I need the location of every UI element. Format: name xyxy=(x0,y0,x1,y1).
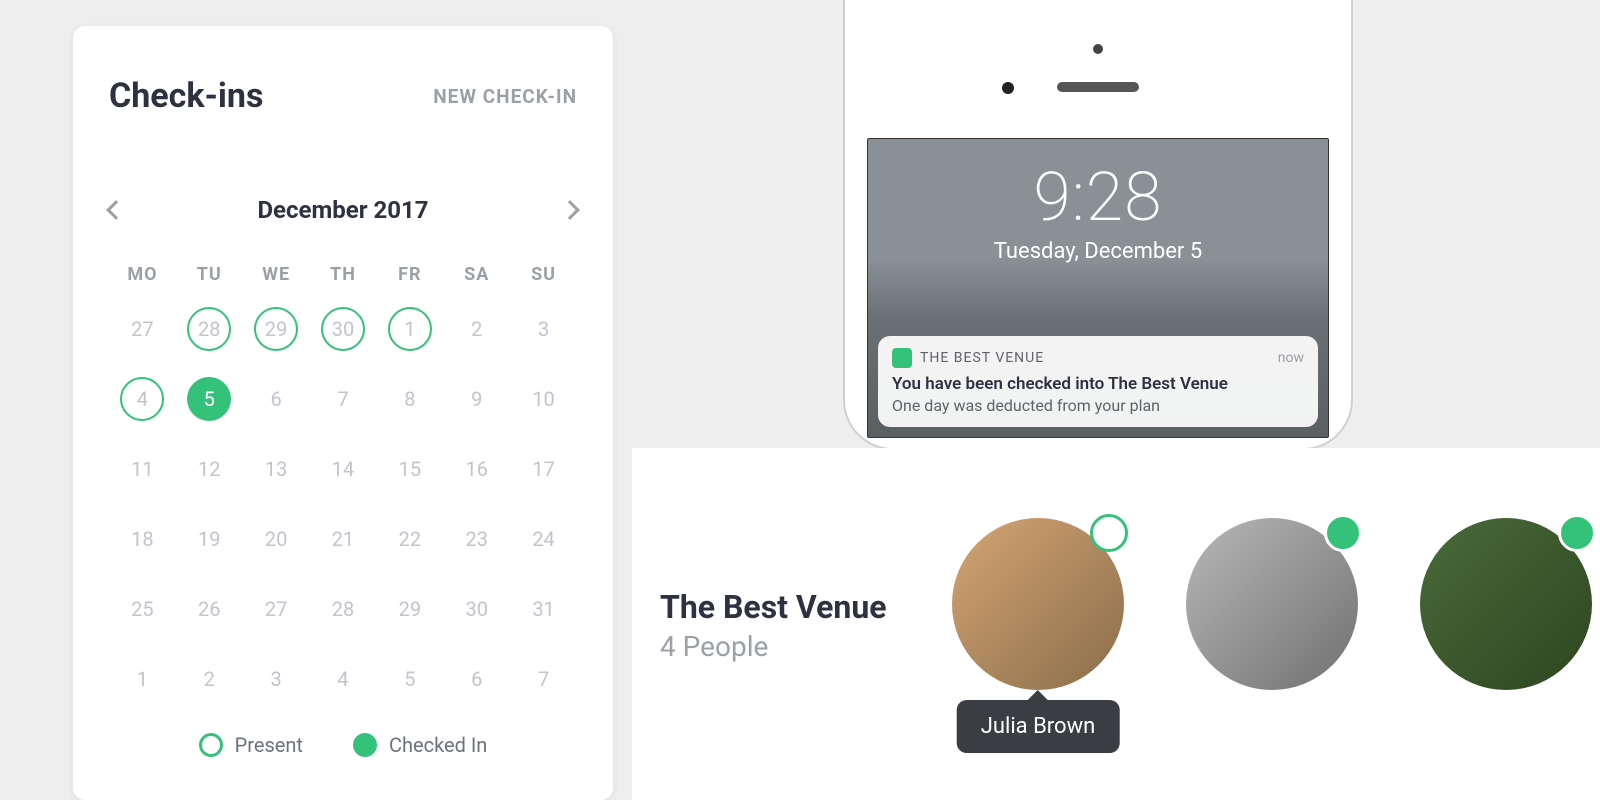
calendar-day[interactable]: 15 xyxy=(376,445,443,493)
calendar-day[interactable]: 11 xyxy=(109,445,176,493)
legend: Present Checked In xyxy=(109,733,577,757)
calendar-day[interactable]: 29 xyxy=(243,305,310,353)
weekday-label: TH xyxy=(310,264,377,285)
calendar-day[interactable]: 28 xyxy=(310,585,377,633)
calendar-day[interactable]: 1 xyxy=(376,305,443,353)
lock-time: 9:28 xyxy=(868,157,1328,237)
new-checkin-button[interactable]: NEW CHECK-IN xyxy=(433,85,577,108)
calendar-day[interactable]: 7 xyxy=(510,655,577,703)
calendar-day[interactable]: 1 xyxy=(109,655,176,703)
calendar-day[interactable]: 31 xyxy=(510,585,577,633)
calendar-grid: 2728293012345678910111213141516171819202… xyxy=(109,305,577,703)
calendar-day[interactable]: 9 xyxy=(443,375,510,423)
person[interactable] xyxy=(1186,518,1358,690)
calendar-day[interactable]: 16 xyxy=(443,445,510,493)
calendar-day[interactable]: 6 xyxy=(443,655,510,703)
calendar-day[interactable]: 18 xyxy=(109,515,176,563)
next-month-icon[interactable] xyxy=(560,200,580,220)
notification-title: You have been checked into The Best Venu… xyxy=(892,374,1304,394)
legend-present: Present xyxy=(199,733,303,757)
calendar-day[interactable]: 25 xyxy=(109,585,176,633)
calendar-day[interactable]: 29 xyxy=(376,585,443,633)
calendar-day[interactable]: 8 xyxy=(376,375,443,423)
weekday-header: MOTUWETHFRSASU xyxy=(109,264,577,285)
phone-screen: 9:28 Tuesday, December 5 THE BEST VENUE … xyxy=(867,138,1329,438)
venue-subtitle: 4 People xyxy=(660,630,768,663)
venue-panel: The Best Venue 4 People Julia Brown xyxy=(632,448,1600,800)
present-dot-icon xyxy=(199,733,223,757)
calendar-day[interactable]: 28 xyxy=(176,305,243,353)
calendar-day[interactable]: 6 xyxy=(243,375,310,423)
calendar-day[interactable]: 22 xyxy=(376,515,443,563)
notification-app-name: THE BEST VENUE xyxy=(920,350,1044,366)
calendar-day[interactable]: 2 xyxy=(443,305,510,353)
weekday-label: SA xyxy=(443,264,510,285)
calendar-day[interactable]: 2 xyxy=(176,655,243,703)
legend-present-label: Present xyxy=(235,733,303,757)
phone-camera-icon xyxy=(1002,82,1014,94)
lock-date: Tuesday, December 5 xyxy=(868,239,1328,264)
calendar-day[interactable]: 7 xyxy=(310,375,377,423)
status-badge xyxy=(1558,514,1596,552)
calendar-day[interactable]: 27 xyxy=(109,305,176,353)
notification-app-icon xyxy=(892,348,912,368)
calendar-day[interactable]: 12 xyxy=(176,445,243,493)
card-header: Check-ins NEW CHECK-IN xyxy=(109,76,577,116)
notification-time: now xyxy=(1278,350,1304,366)
calendar-day[interactable]: 20 xyxy=(243,515,310,563)
weekday-label: MO xyxy=(109,264,176,285)
weekday-label: TU xyxy=(176,264,243,285)
notification-body: One day was deducted from your plan xyxy=(892,396,1304,415)
phone-mockup: 9:28 Tuesday, December 5 THE BEST VENUE … xyxy=(843,0,1353,450)
checkedin-dot-icon xyxy=(353,733,377,757)
calendar-day[interactable]: 23 xyxy=(443,515,510,563)
phone-sensor-icon xyxy=(1093,44,1103,54)
weekday-label: FR xyxy=(376,264,443,285)
calendar-day[interactable]: 30 xyxy=(310,305,377,353)
calendar-day[interactable]: 30 xyxy=(443,585,510,633)
calendar-day[interactable]: 13 xyxy=(243,445,310,493)
calendar-day[interactable]: 3 xyxy=(510,305,577,353)
calendar-day[interactable]: 27 xyxy=(243,585,310,633)
weekday-label: WE xyxy=(243,264,310,285)
calendar-day[interactable]: 14 xyxy=(310,445,377,493)
legend-checkedin: Checked In xyxy=(353,733,487,757)
person-tooltip: Julia Brown xyxy=(957,700,1120,753)
month-label: December 2017 xyxy=(257,196,428,224)
prev-month-icon[interactable] xyxy=(106,200,126,220)
calendar-day[interactable]: 3 xyxy=(243,655,310,703)
calendar-day[interactable]: 5 xyxy=(376,655,443,703)
status-badge xyxy=(1090,514,1128,552)
phone-speaker-icon xyxy=(1057,82,1139,92)
calendar-day[interactable]: 24 xyxy=(510,515,577,563)
calendar-day[interactable]: 21 xyxy=(310,515,377,563)
calendar-day[interactable]: 10 xyxy=(510,375,577,423)
people-row: Julia Brown xyxy=(952,518,1592,690)
notification[interactable]: THE BEST VENUE now You have been checked… xyxy=(878,336,1318,427)
person[interactable]: Julia Brown xyxy=(952,518,1124,690)
calendar-day[interactable]: 17 xyxy=(510,445,577,493)
calendar-day[interactable]: 19 xyxy=(176,515,243,563)
notification-header: THE BEST VENUE now xyxy=(892,348,1304,368)
venue-title: The Best Venue xyxy=(660,588,887,626)
status-badge xyxy=(1324,514,1362,552)
person[interactable] xyxy=(1420,518,1592,690)
month-nav: December 2017 xyxy=(109,196,577,224)
legend-checkedin-label: Checked In xyxy=(389,733,487,757)
weekday-label: SU xyxy=(510,264,577,285)
calendar-day[interactable]: 4 xyxy=(109,375,176,423)
calendar-day[interactable]: 26 xyxy=(176,585,243,633)
card-title: Check-ins xyxy=(109,76,263,116)
calendar-day[interactable]: 5 xyxy=(176,375,243,423)
calendar-day[interactable]: 4 xyxy=(310,655,377,703)
checkins-card: Check-ins NEW CHECK-IN December 2017 MOT… xyxy=(73,26,613,800)
